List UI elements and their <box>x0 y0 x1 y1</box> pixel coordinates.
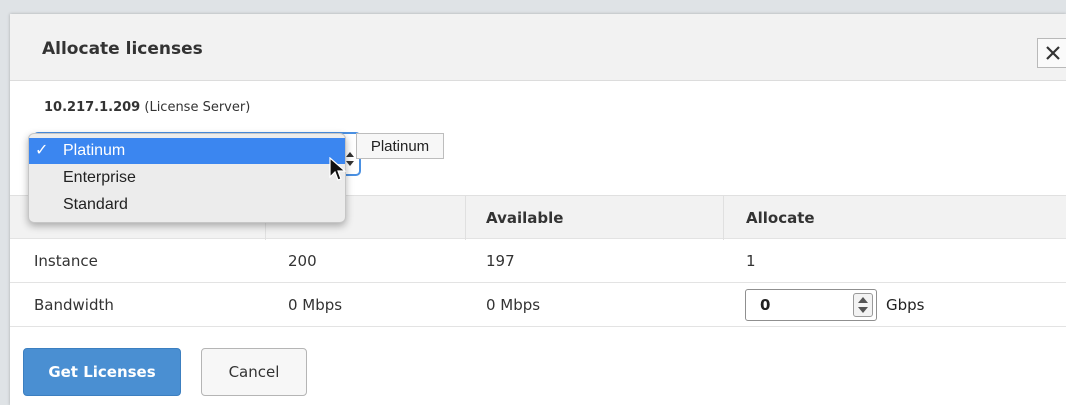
bandwidth-unit: Gbps <box>886 296 925 314</box>
row-available: 197 <box>486 252 515 270</box>
edition-dropdown-menu: ✓ Platinum Enterprise Standard <box>28 133 346 223</box>
close-icon <box>1046 46 1060 60</box>
get-licenses-button[interactable]: Get Licenses <box>23 348 181 396</box>
option-standard[interactable]: Standard <box>29 192 345 218</box>
table-row-instance: Instance 200 197 1 <box>10 239 1066 283</box>
column-divider <box>465 196 466 240</box>
bandwidth-stepper[interactable] <box>853 293 873 317</box>
option-label: Platinum <box>63 142 126 159</box>
option-label: Standard <box>63 196 128 213</box>
cancel-button[interactable]: Cancel <box>201 348 307 396</box>
option-enterprise[interactable]: Enterprise <box>29 165 345 191</box>
dialog-header: Allocate licenses <box>10 14 1066 81</box>
option-label: Enterprise <box>63 169 136 186</box>
row-allocate: 1 <box>746 252 756 270</box>
bandwidth-allocate-input[interactable]: 0 <box>745 289 877 321</box>
header-allocate: Allocate <box>746 209 815 227</box>
select-tooltip: Platinum <box>356 133 444 159</box>
server-ip: 10.217.1.209 <box>44 100 141 115</box>
checkmark-icon: ✓ <box>35 142 49 159</box>
header-available: Available <box>486 209 564 227</box>
stepper-arrows-icon <box>858 297 868 313</box>
row-total: 0 Mbps <box>288 296 343 314</box>
row-total: 200 <box>288 252 317 270</box>
server-label: (License Server) <box>144 100 251 115</box>
mouse-cursor-icon <box>329 157 347 181</box>
row-name: Instance <box>34 252 98 270</box>
dialog-title: Allocate licenses <box>42 39 203 59</box>
bandwidth-value: 0 <box>760 296 771 314</box>
close-button[interactable] <box>1037 38 1066 68</box>
license-server-line: 10.217.1.209 (License Server) <box>44 100 250 115</box>
allocate-licenses-dialog: Allocate licenses 10.217.1.209 (License … <box>10 14 1066 405</box>
row-available: 0 Mbps <box>486 296 541 314</box>
option-platinum[interactable]: ✓ Platinum <box>29 138 345 164</box>
column-divider <box>723 196 724 240</box>
table-row-bandwidth: Bandwidth 0 Mbps 0 Mbps 0 Gbps <box>10 283 1066 327</box>
row-name: Bandwidth <box>34 296 114 314</box>
